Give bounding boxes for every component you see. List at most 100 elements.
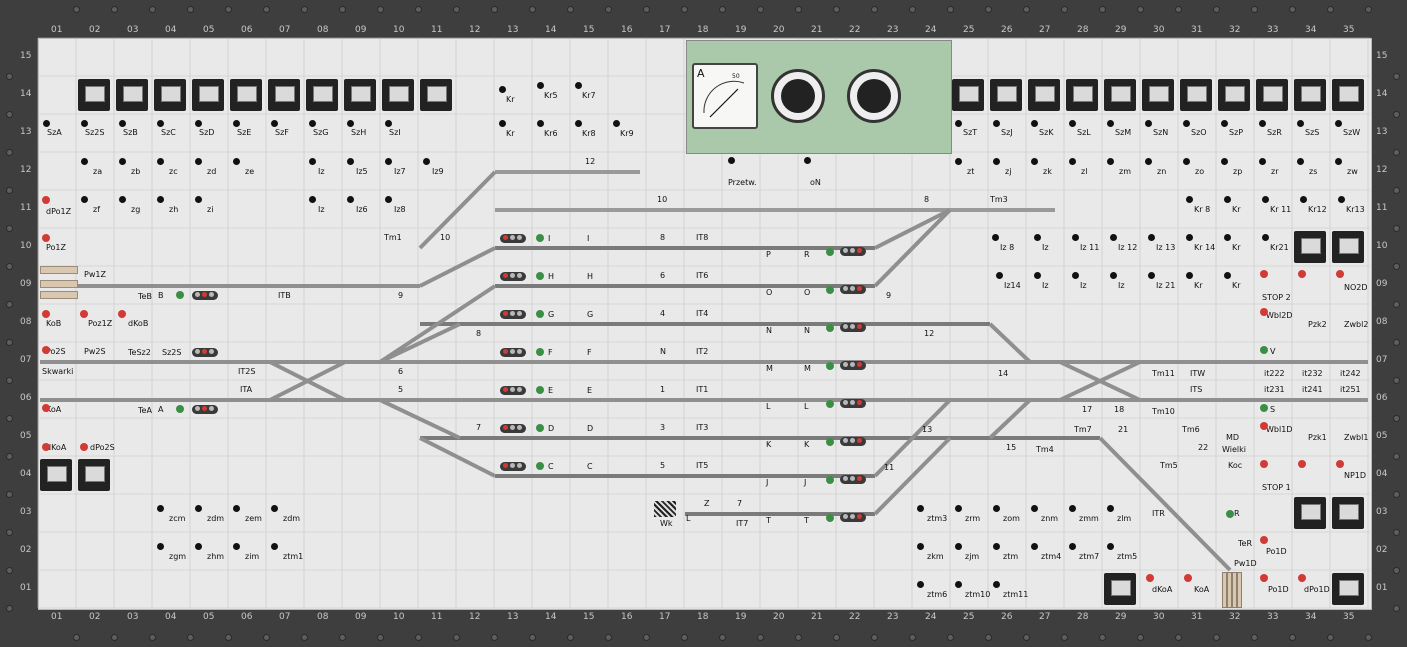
isolation-toggle-iz8b[interactable]	[992, 234, 999, 241]
station-signal-head[interactable]	[500, 272, 526, 281]
bottom-lever-toggle-zmm[interactable]	[1069, 505, 1076, 512]
lever-toggle-szf[interactable]	[271, 120, 278, 127]
przetw-toggle[interactable]	[728, 157, 735, 164]
lever-toggle-zf[interactable]	[81, 196, 88, 203]
bottom-lever-toggle-ztm4[interactable]	[1031, 543, 1038, 550]
isolation-toggle-iz24[interactable]	[309, 196, 316, 203]
crossover-toggle-kr910[interactable]	[1224, 196, 1231, 203]
bottom-lever-toggle-ztm11[interactable]	[993, 581, 1000, 588]
route-switch-box[interactable]	[192, 79, 224, 111]
crossover-toggle-kr9[interactable]	[613, 120, 620, 127]
station-signal-head[interactable]	[840, 437, 866, 446]
route-switch-box[interactable]	[116, 79, 148, 111]
lever-toggle-szb[interactable]	[119, 120, 126, 127]
lever-toggle-zs[interactable]	[1297, 158, 1304, 165]
lever-toggle-szh[interactable]	[347, 120, 354, 127]
route-switch-box[interactable]	[1256, 79, 1288, 111]
lever-toggle-zk[interactable]	[1031, 158, 1038, 165]
lever-toggle-sz2s[interactable]	[81, 120, 88, 127]
crossover-toggle-kr14[interactable]	[1186, 234, 1193, 241]
route-switch-box[interactable]	[344, 79, 376, 111]
station-signal-head[interactable]	[500, 386, 526, 395]
isolation-toggle-iz910[interactable]	[1034, 234, 1041, 241]
bottom-lever-toggle-ztm6[interactable]	[917, 581, 924, 588]
isolation-toggle-iz1820[interactable]	[1110, 272, 1117, 279]
route-switch-box[interactable]	[1142, 79, 1174, 111]
route-switch-box[interactable]	[268, 79, 300, 111]
lever-toggle-zj[interactable]	[993, 158, 1000, 165]
bottom-lever-toggle[interactable]	[195, 543, 202, 550]
crossover-toggle-kr21[interactable]	[1262, 234, 1269, 241]
route-switch-box[interactable]	[1332, 573, 1364, 605]
lever-toggle-zn[interactable]	[1145, 158, 1152, 165]
bottom-lever-toggle[interactable]	[233, 543, 240, 550]
isolation-toggle-iz14[interactable]	[996, 272, 1003, 279]
bottom-lever-toggle-ztm5[interactable]	[1107, 543, 1114, 550]
route-switch-box[interactable]	[306, 79, 338, 111]
route-switch-box[interactable]	[1332, 79, 1364, 111]
lever-toggle-zw[interactable]	[1335, 158, 1342, 165]
lever-toggle-zr[interactable]	[1259, 158, 1266, 165]
bottom-lever-toggle-zkm[interactable]	[917, 543, 924, 550]
route-switch-box[interactable]	[1294, 79, 1326, 111]
crossover-toggle-kr1820[interactable]	[1224, 272, 1231, 279]
bottom-lever-toggle-ztm[interactable]	[993, 543, 1000, 550]
crossover-toggle-kr8[interactable]	[575, 120, 582, 127]
crossover-toggle-kr11[interactable]	[1262, 196, 1269, 203]
lever-toggle-zm[interactable]	[1107, 158, 1114, 165]
lever-toggle-szd[interactable]	[195, 120, 202, 127]
bottom-lever-toggle[interactable]	[271, 505, 278, 512]
station-signal-head[interactable]	[840, 361, 866, 370]
station-signal-head[interactable]	[840, 247, 866, 256]
route-switch-box[interactable]	[230, 79, 262, 111]
route-switch-box[interactable]	[40, 459, 72, 491]
isolation-toggle-iz1516[interactable]	[1034, 272, 1041, 279]
isolation-toggle-iz13b[interactable]	[1148, 234, 1155, 241]
bottom-lever-toggle[interactable]	[157, 505, 164, 512]
bottom-lever-toggle-zrm[interactable]	[955, 505, 962, 512]
lever-toggle-zt[interactable]	[955, 158, 962, 165]
isolation-toggle-iz1719[interactable]	[1072, 272, 1079, 279]
bottom-lever-toggle[interactable]	[271, 543, 278, 550]
station-signal-head[interactable]	[840, 475, 866, 484]
station-signal-head[interactable]	[500, 234, 526, 243]
route-switch-box[interactable]	[1218, 79, 1250, 111]
isolation-toggle-iz9[interactable]	[423, 158, 430, 165]
route-switch-box[interactable]	[1180, 79, 1212, 111]
bottom-lever-toggle-ztm3[interactable]	[917, 505, 924, 512]
lever-toggle-szn[interactable]	[1145, 120, 1152, 127]
station-signal-head[interactable]	[840, 513, 866, 522]
crossover-toggle-kr7[interactable]	[575, 82, 582, 89]
route-switch-box[interactable]	[1294, 231, 1326, 263]
lever-toggle-szl[interactable]	[1069, 120, 1076, 127]
bottom-lever-toggle[interactable]	[157, 543, 164, 550]
bottom-lever-toggle-ztm7[interactable]	[1069, 543, 1076, 550]
bottom-lever-toggle-ztm10[interactable]	[955, 581, 962, 588]
isolation-toggle-iz11[interactable]	[1072, 234, 1079, 241]
lever-toggle-szw[interactable]	[1335, 120, 1342, 127]
route-switch-box[interactable]	[1066, 79, 1098, 111]
route-switch-box[interactable]	[78, 79, 110, 111]
isolation-toggle-iz8[interactable]	[385, 196, 392, 203]
lever-toggle-zc[interactable]	[157, 158, 164, 165]
lever-toggle-zb[interactable]	[119, 158, 126, 165]
signal-head[interactable]	[192, 348, 218, 357]
crossover-toggle-kr6[interactable]	[537, 120, 544, 127]
lever-toggle-zp[interactable]	[1221, 158, 1228, 165]
route-switch-box[interactable]	[1332, 231, 1364, 263]
station-signal-head[interactable]	[840, 285, 866, 294]
isolation-toggle-iz7[interactable]	[385, 158, 392, 165]
lever-toggle-szr[interactable]	[1259, 120, 1266, 127]
lever-toggle-szc[interactable]	[157, 120, 164, 127]
lever-toggle-zl[interactable]	[1069, 158, 1076, 165]
route-switch-box[interactable]	[1294, 497, 1326, 529]
crossover-toggle-kr5[interactable]	[537, 82, 544, 89]
route-switch-box[interactable]	[382, 79, 414, 111]
lever-toggle-sze[interactable]	[233, 120, 240, 127]
lever-toggle-szm[interactable]	[1107, 120, 1114, 127]
station-signal-head[interactable]	[500, 424, 526, 433]
signal-head[interactable]	[192, 291, 218, 300]
crossover-toggle-kr8b[interactable]	[1186, 196, 1193, 203]
bottom-lever-toggle[interactable]	[233, 505, 240, 512]
lever-toggle-szo[interactable]	[1183, 120, 1190, 127]
